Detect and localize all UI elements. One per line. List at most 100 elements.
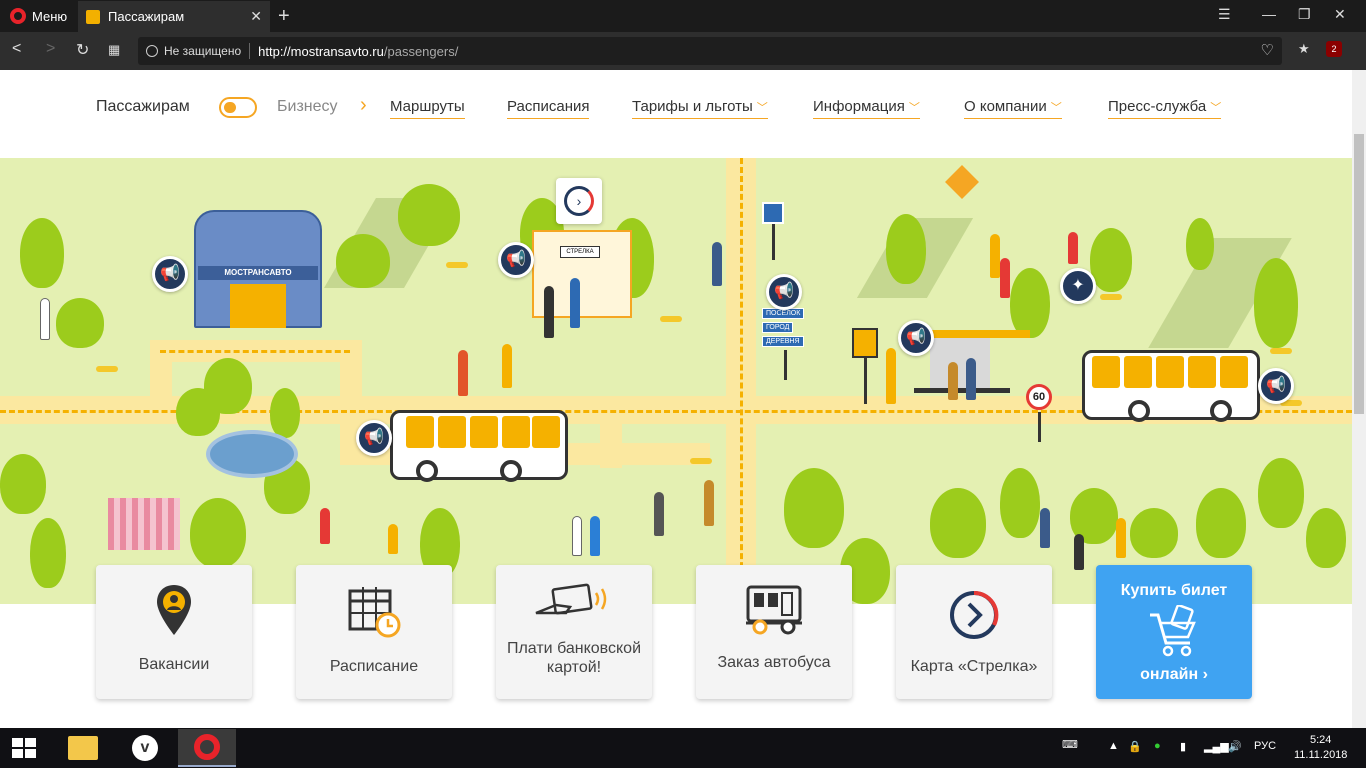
card-label: Карта «Стрелка» <box>910 658 1038 675</box>
scrollbar-thumb[interactable] <box>1354 134 1364 414</box>
tree <box>1130 508 1178 558</box>
forward-icon[interactable]: > <box>46 40 55 58</box>
clock-time: 5:24 <box>1310 734 1332 746</box>
keyboard-icon[interactable]: ⌨ <box>1062 738 1078 751</box>
tree <box>1090 228 1132 292</box>
megaphone-icon[interactable]: 📢 <box>1258 368 1294 404</box>
card-label-top: Купить билет <box>1120 582 1228 599</box>
nav-link-info[interactable]: Информация ﹀ <box>813 98 920 119</box>
megaphone-icon[interactable]: 📢 <box>766 274 802 310</box>
strelka-logo: › <box>556 178 602 224</box>
url-host: http://mostransavto.ru <box>258 43 384 59</box>
chevron-right-icon: › <box>1202 666 1208 683</box>
back-icon[interactable]: < <box>12 40 21 58</box>
card-schedule[interactable]: Расписание <box>296 565 452 699</box>
tree <box>1258 458 1304 528</box>
person <box>886 348 896 404</box>
tree <box>336 234 390 288</box>
nav-link-schedules[interactable]: Расписания <box>507 98 590 119</box>
person <box>1116 518 1126 558</box>
menu-label: Меню <box>32 8 68 24</box>
speed-dial-icon[interactable]: ▦ <box>108 42 120 58</box>
tree <box>190 498 246 568</box>
signal-icon[interactable]: ▂▄▆ <box>1204 740 1229 753</box>
tab-close-icon[interactable]: ✕ <box>250 8 262 25</box>
tree <box>270 388 300 438</box>
heart-icon[interactable]: ♡ <box>1261 41 1274 59</box>
card-bus-order[interactable]: Заказ автобуса <box>696 565 852 699</box>
tray-expand-icon[interactable]: ▲ <box>1108 740 1119 752</box>
clock[interactable]: 5:24 11.11.2018 <box>1294 733 1347 763</box>
nav-link-about[interactable]: О компании ﹀ <box>964 98 1062 119</box>
person <box>948 362 958 400</box>
city-illustration: МОСТРАНСАВТО СТРЕЛКА › ПОСЕЛОК ГОРОД ДЕР… <box>0 158 1352 604</box>
tree <box>886 214 926 284</box>
card-label: Заказ автобуса <box>717 654 831 671</box>
file-explorer-icon[interactable] <box>54 729 112 767</box>
ublock-extension-icon[interactable]: 2 <box>1326 41 1342 57</box>
person <box>654 492 664 536</box>
tree <box>1196 488 1246 558</box>
tree <box>20 218 64 288</box>
picnic-blanket <box>108 498 180 550</box>
card-payment-icon <box>535 583 607 615</box>
person <box>458 350 468 396</box>
card-label: Вакансии <box>138 656 210 673</box>
nav-passengers[interactable]: Пассажирам <box>96 98 190 116</box>
audience-toggle[interactable] <box>219 97 257 118</box>
clock-date: 11.11.2018 <box>1294 749 1348 761</box>
card-label: Расписание <box>329 658 419 675</box>
bus-stop <box>930 338 990 388</box>
children-icon[interactable]: ✦ <box>1060 268 1096 304</box>
lock-icon[interactable]: 🔒 <box>1128 740 1142 753</box>
reload-icon[interactable]: ↻ <box>76 40 89 60</box>
megaphone-icon[interactable]: 📢 <box>356 420 392 456</box>
card-strelka[interactable]: Карта «Стрелка» <box>896 565 1052 699</box>
tab-menu-icon[interactable]: ☰ <box>1218 6 1231 23</box>
address-bar: < > ↻ ▦ Не защищено http://mostransavto.… <box>0 32 1366 70</box>
security-label: Не защищено <box>164 44 242 58</box>
language-indicator[interactable]: РУС <box>1254 740 1276 752</box>
person <box>388 524 398 554</box>
close-window-icon[interactable]: ✕ <box>1334 6 1346 23</box>
phone-icon[interactable]: ▮ <box>1180 740 1186 753</box>
windows-start-icon[interactable] <box>12 738 36 758</box>
volume-icon[interactable]: 🔊 <box>1228 740 1242 753</box>
person <box>572 516 582 556</box>
vivaldi-icon[interactable]: v <box>116 729 174 767</box>
url-path: /passengers/ <box>383 43 459 59</box>
nav-link-tariffs[interactable]: Тарифы и льготы ﹀ <box>632 98 768 119</box>
card-label: Плати банковской картой! <box>506 640 642 676</box>
windows-taskbar: v ⌨ ▲ 🔒 ● ▮ ▂▄▆ 🔊 РУС 5:24 11.11.2018 <box>0 728 1366 768</box>
status-circle-icon[interactable]: ● <box>1154 740 1161 752</box>
chevron-right-icon: › <box>360 94 367 116</box>
active-tab[interactable]: Пассажирам ✕ <box>78 1 270 32</box>
card-buy-ticket[interactable]: Купить билет онлайн › <box>1096 565 1252 699</box>
tree <box>0 454 46 514</box>
url-field[interactable]: Не защищено http://mostransavto.ru /pass… <box>138 37 1282 65</box>
page-scrollbar[interactable] <box>1352 70 1366 728</box>
nav-link-press[interactable]: Пресс-служба ﹀ <box>1108 98 1222 119</box>
building-sign: МОСТРАНСАВТО <box>198 266 318 280</box>
megaphone-icon[interactable]: 📢 <box>498 242 534 278</box>
nav-link-routes[interactable]: Маршруты <box>390 98 465 119</box>
kiosk-sign: СТРЕЛКА <box>560 246 600 258</box>
megaphone-icon[interactable]: 📢 <box>152 256 188 292</box>
bus-stop-sign <box>852 328 878 358</box>
card-vacancies[interactable]: Вакансии <box>96 565 252 699</box>
opera-menu-button[interactable]: Меню <box>0 0 76 32</box>
card-pay-by-card[interactable]: Плати банковской картой! <box>496 565 652 699</box>
person <box>966 358 976 400</box>
minimize-icon[interactable]: — <box>1262 6 1276 22</box>
tree <box>784 468 844 548</box>
tree <box>56 298 104 348</box>
megaphone-icon[interactable]: 📢 <box>898 320 934 356</box>
opera-taskbar-icon[interactable] <box>178 729 236 767</box>
globe-icon <box>146 45 158 57</box>
bookmark-icon[interactable]: ★ <box>1298 41 1310 57</box>
nav-business[interactable]: Бизнесу <box>277 98 338 116</box>
maximize-icon[interactable]: ❐ <box>1298 6 1311 23</box>
new-tab-icon[interactable]: + <box>278 5 290 28</box>
chevron-down-icon: ﹀ <box>756 102 768 114</box>
tree <box>176 388 220 436</box>
